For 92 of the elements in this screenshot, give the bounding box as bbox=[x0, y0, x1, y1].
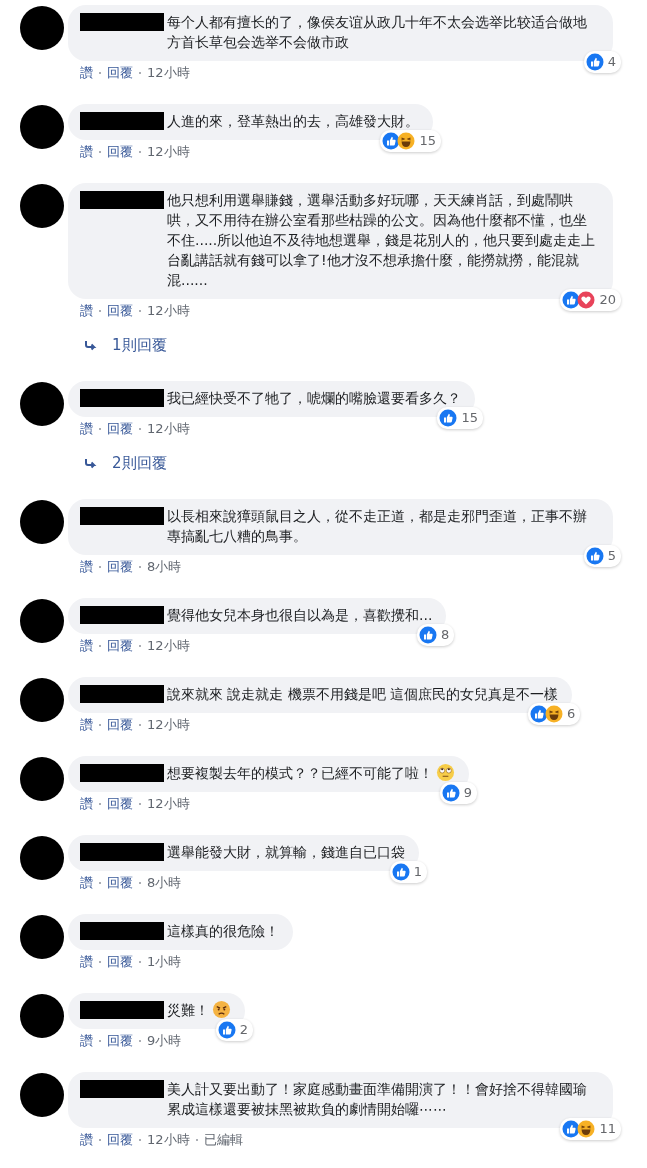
thumbs-up-icon bbox=[439, 409, 458, 427]
comment-action-link[interactable]: 讚 bbox=[80, 1032, 93, 1050]
avatar[interactable] bbox=[20, 915, 64, 959]
comment-action-link[interactable]: 回覆 bbox=[107, 143, 133, 161]
avatar[interactable] bbox=[20, 184, 64, 228]
reaction-badge[interactable]: 15 bbox=[380, 130, 441, 152]
comment-action-link[interactable]: 讚 bbox=[80, 143, 93, 161]
comment-text: 這樣真的很危險！ bbox=[167, 922, 279, 941]
comment-text: 說來就來 說走就走 機票不用錢是吧 這個庶民的女兒真是不一樣 bbox=[167, 685, 559, 704]
comment-action-link[interactable]: 讚 bbox=[80, 953, 93, 971]
reaction-badge[interactable]: 11 bbox=[560, 1118, 621, 1140]
timestamp[interactable]: 12小時 bbox=[147, 420, 190, 438]
comment-action-link[interactable]: 讚 bbox=[80, 1131, 93, 1149]
thumbs-up-icon bbox=[391, 863, 410, 881]
comment-action-link[interactable]: 讚 bbox=[80, 637, 93, 655]
timestamp[interactable]: 8小時 bbox=[147, 558, 182, 576]
angry-emoji-icon bbox=[212, 1000, 231, 1019]
reply-arrow-icon bbox=[84, 339, 98, 352]
avatar[interactable] bbox=[20, 6, 64, 50]
avatar[interactable] bbox=[20, 382, 64, 426]
comment-action-link[interactable]: 回覆 bbox=[107, 558, 133, 576]
eye-roll-emoji-icon bbox=[436, 763, 455, 782]
thumbs-up-icon bbox=[530, 705, 549, 723]
comment-action-link[interactable]: 回覆 bbox=[107, 716, 133, 734]
thumbs-up-icon bbox=[585, 53, 604, 71]
comment-text: 美人計又要出動了！家庭感動畫面準備開演了！！會好捨不得韓國瑜累成這樣還要被抹黑被欺負的劇情開始囉⋯⋯ bbox=[167, 1080, 588, 1119]
avatar[interactable] bbox=[20, 1073, 64, 1117]
reaction-badge[interactable]: 8 bbox=[417, 624, 455, 646]
reaction-badge[interactable]: 1 bbox=[389, 861, 427, 883]
thumbs-up-icon bbox=[562, 291, 581, 309]
reaction-badge[interactable]: 2 bbox=[215, 1019, 253, 1041]
comment-action-link[interactable]: 讚 bbox=[80, 558, 93, 576]
comment-action-link[interactable]: 回覆 bbox=[107, 637, 133, 655]
comment-action-link[interactable]: 讚 bbox=[80, 716, 93, 734]
avatar[interactable] bbox=[20, 836, 64, 880]
timestamp[interactable]: 12小時 bbox=[147, 64, 190, 82]
comment-action-link[interactable]: 回覆 bbox=[107, 1032, 133, 1050]
comment-action-link[interactable]: 回覆 bbox=[107, 953, 133, 971]
avatar[interactable] bbox=[20, 757, 64, 801]
thumbs-up-icon bbox=[585, 547, 604, 565]
comment-action-link[interactable]: 回覆 bbox=[107, 302, 133, 320]
reaction-badge[interactable]: 15 bbox=[437, 407, 483, 429]
comment-action-link[interactable]: 回覆 bbox=[107, 874, 133, 892]
comment-text: 人進的來，登革熱出的去，高雄發大財。 bbox=[167, 112, 419, 131]
thumbs-up-icon bbox=[217, 1021, 236, 1039]
thumbs-up-icon bbox=[382, 132, 401, 150]
comment-action-link[interactable]: 回覆 bbox=[107, 795, 133, 813]
timestamp[interactable]: 12小時 bbox=[147, 1131, 190, 1149]
avatar[interactable] bbox=[20, 500, 64, 544]
reaction-badge[interactable]: 20 bbox=[560, 289, 621, 311]
timestamp[interactable]: 1小時 bbox=[147, 953, 182, 971]
comment-text: 每个人都有擅长的了，像侯友谊从政几十年不太会选举比较适合做地方首长草包会选举不会做市政 bbox=[167, 13, 588, 52]
comment-action-link[interactable]: 讚 bbox=[80, 420, 93, 438]
laughing-face-icon bbox=[397, 132, 416, 150]
timestamp[interactable]: 9小時 bbox=[147, 1032, 182, 1050]
comment-action-link[interactable]: 回覆 bbox=[107, 1131, 133, 1149]
thumbs-up-icon bbox=[419, 626, 438, 644]
timestamp[interactable]: 8小時 bbox=[147, 874, 182, 892]
comment-action-link[interactable]: 讚 bbox=[80, 874, 93, 892]
avatar[interactable] bbox=[20, 994, 64, 1038]
comment-action-link[interactable]: 讚 bbox=[80, 302, 93, 320]
comment-text: 選舉能發大財，就算輸，錢進自已口袋 bbox=[167, 843, 405, 862]
avatar[interactable] bbox=[20, 678, 64, 722]
comment-text: 我已經快受不了牠了，唬爛的嘴臉還要看多久？ bbox=[167, 389, 461, 408]
comment-text: 想要複製去年的模式？？已經不可能了啦！ bbox=[167, 764, 433, 783]
comment-action-link[interactable]: 回覆 bbox=[107, 420, 133, 438]
timestamp[interactable]: 12小時 bbox=[147, 795, 190, 813]
comment-text: 以長相來說獐頭鼠目之人，從不走正道，都是走邪門歪道，正事不辦專搞亂七八糟的鳥事。 bbox=[167, 507, 588, 546]
comment-action-link[interactable]: 讚 bbox=[80, 64, 93, 82]
timestamp[interactable]: 12小時 bbox=[147, 716, 190, 734]
avatar[interactable] bbox=[20, 105, 64, 149]
comment-text: 災難！ bbox=[167, 1001, 209, 1020]
laughing-face-icon bbox=[577, 1120, 596, 1138]
view-replies-link[interactable]: 2則回覆 bbox=[112, 454, 167, 473]
reaction-badge[interactable]: 5 bbox=[583, 545, 621, 567]
timestamp[interactable]: 12小時 bbox=[147, 637, 190, 655]
reaction-badge[interactable]: 6 bbox=[528, 703, 581, 725]
reaction-badge[interactable]: 9 bbox=[439, 782, 477, 804]
laughing-face-icon bbox=[545, 705, 564, 723]
comment-action-link[interactable]: 回覆 bbox=[107, 64, 133, 82]
thumbs-up-icon bbox=[562, 1120, 581, 1138]
timestamp[interactable]: 12小時 bbox=[147, 302, 190, 320]
comment-text: 他只想利用選舉賺錢，選舉活動多好玩哪，天天練肖話，到處鬧哄哄，又不用待在辦公室看那些枯躁的公文。因為他什麼都不懂，也坐不住.....所以他迫不及待地想選舉，錢是花別人的，他只要到處走走上台亂講話就有錢可以拿了!他才沒不想承擔什麼，能撈就撈，能混就混...... bbox=[167, 191, 597, 290]
comment-action-link[interactable]: 讚 bbox=[80, 795, 93, 813]
reply-arrow-icon bbox=[84, 457, 98, 470]
edited-label[interactable]: 已編輯 bbox=[203, 1131, 243, 1149]
comment-text: 覺得他女兒本身也很自以為是，喜歡攪和... bbox=[167, 606, 433, 625]
view-replies-link[interactable]: 1則回覆 bbox=[112, 336, 167, 355]
thumbs-up-icon bbox=[441, 784, 460, 802]
avatar[interactable] bbox=[20, 599, 64, 643]
reaction-badge[interactable]: 4 bbox=[583, 51, 621, 73]
timestamp[interactable]: 12小時 bbox=[147, 143, 190, 161]
